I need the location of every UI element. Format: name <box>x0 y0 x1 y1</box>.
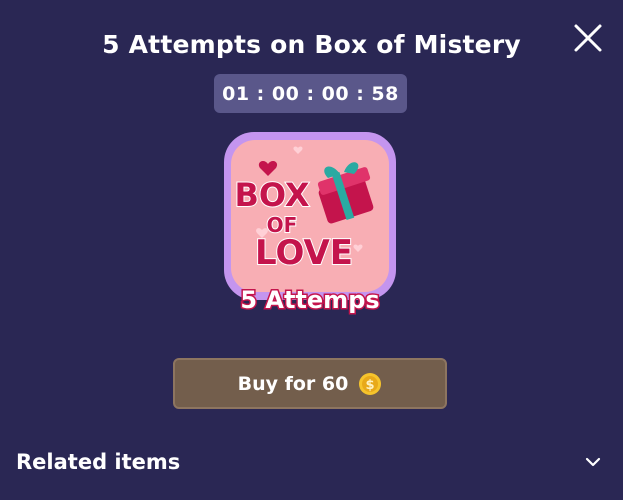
related-items-toggle[interactable]: Related items <box>16 443 606 481</box>
related-items-title: Related items <box>16 450 181 474</box>
svg-text:5 Attemps: 5 Attemps <box>240 286 379 314</box>
countdown-timer: 01 : 00 : 00 : 58 <box>214 74 407 113</box>
item-image: BOX OF LOVE 5 Attemps <box>218 128 402 318</box>
coin-icon: $ <box>359 372 382 395</box>
buy-button-label: Buy for 60 <box>237 372 349 395</box>
buy-button[interactable]: Buy for 60 $ <box>173 358 447 409</box>
svg-text:$: $ <box>366 378 375 393</box>
svg-text:LOVE: LOVE <box>255 233 353 273</box>
page-title: 5 Attempts on Box of Mistery <box>102 30 521 59</box>
countdown-value: 01 : 00 : 00 : 58 <box>222 82 399 105</box>
chevron-down-icon <box>585 457 601 467</box>
svg-text:BOX: BOX <box>234 176 309 214</box>
